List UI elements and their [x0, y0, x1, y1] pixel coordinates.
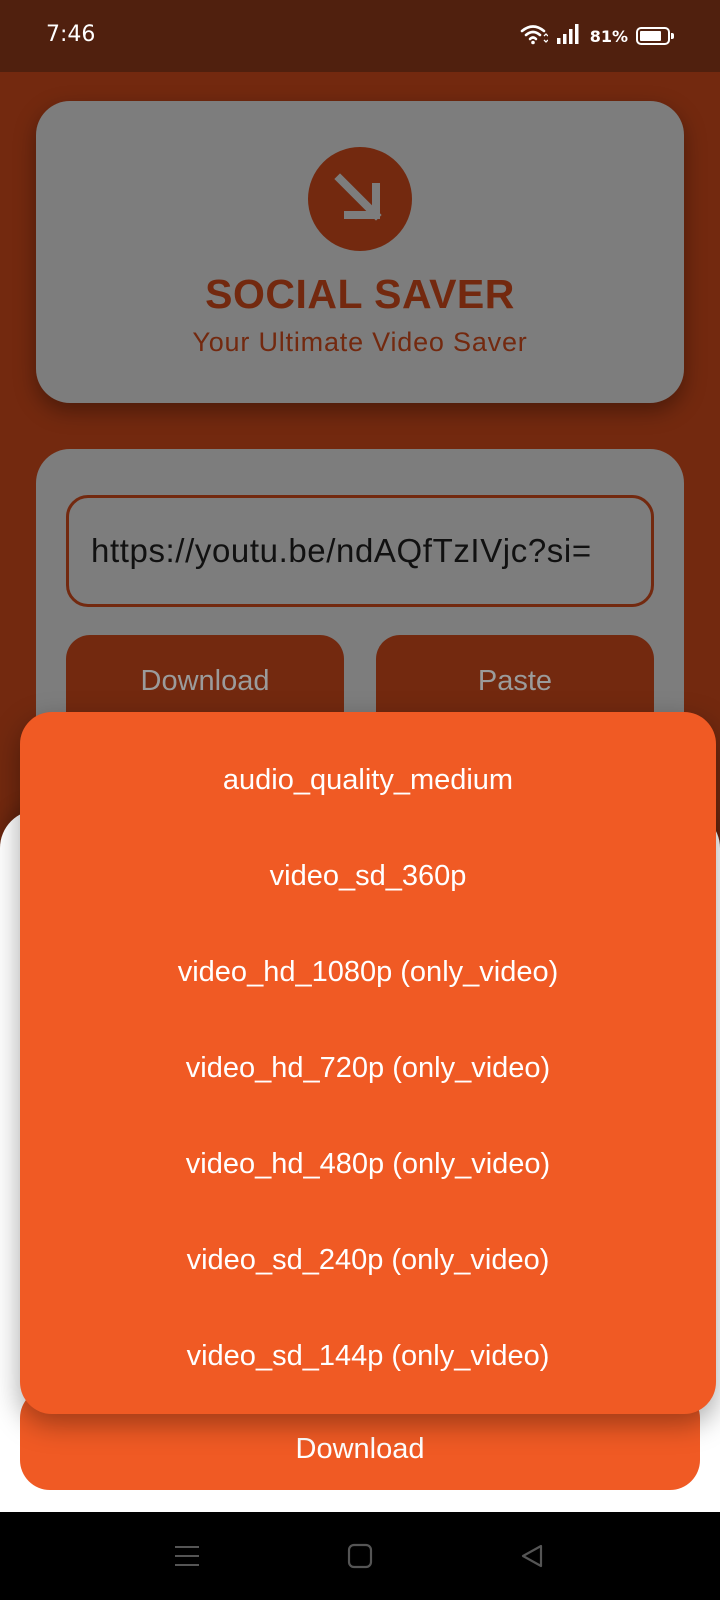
url-input[interactable]: https://youtu.be/ndAQfTzIVjc?si=	[66, 495, 654, 607]
status-icons: 81%	[520, 23, 674, 50]
quality-option[interactable]: video_sd_240p (only_video)	[20, 1212, 716, 1308]
status-time: 7:46	[46, 22, 96, 47]
quality-option[interactable]: audio_quality_medium	[20, 732, 716, 828]
header-card: SOCIAL SAVER Your Ultimate Video Saver	[36, 101, 684, 403]
quality-option[interactable]: video_sd_144p (only_video)	[20, 1308, 716, 1404]
menu-icon[interactable]	[147, 1512, 227, 1600]
quality-option[interactable]: video_hd_480p (only_video)	[20, 1116, 716, 1212]
battery-icon	[636, 27, 674, 45]
quality-menu: audio_quality_medium video_sd_360p video…	[20, 712, 716, 1414]
home-icon[interactable]	[320, 1512, 400, 1600]
signal-icon	[556, 23, 582, 50]
url-input-value: https://youtu.be/ndAQfTzIVjc?si=	[91, 532, 592, 569]
status-bar: 7:46 81%	[0, 0, 720, 72]
wifi-icon	[520, 23, 549, 50]
logo	[308, 147, 412, 251]
quality-option[interactable]: video_hd_1080p (only_video)	[20, 924, 716, 1020]
battery-level-fill	[640, 31, 662, 41]
battery-percent: 81%	[589, 26, 628, 46]
back-icon[interactable]	[492, 1512, 572, 1600]
quality-option[interactable]: video_sd_360p	[20, 828, 716, 924]
download-arrow-icon	[334, 173, 382, 221]
navigation-bar	[0, 1512, 720, 1600]
app-title: SOCIAL SAVER	[205, 271, 515, 317]
app-subtitle: Your Ultimate Video Saver	[192, 327, 528, 357]
quality-option[interactable]: video_hd_720p (only_video)	[20, 1020, 716, 1116]
